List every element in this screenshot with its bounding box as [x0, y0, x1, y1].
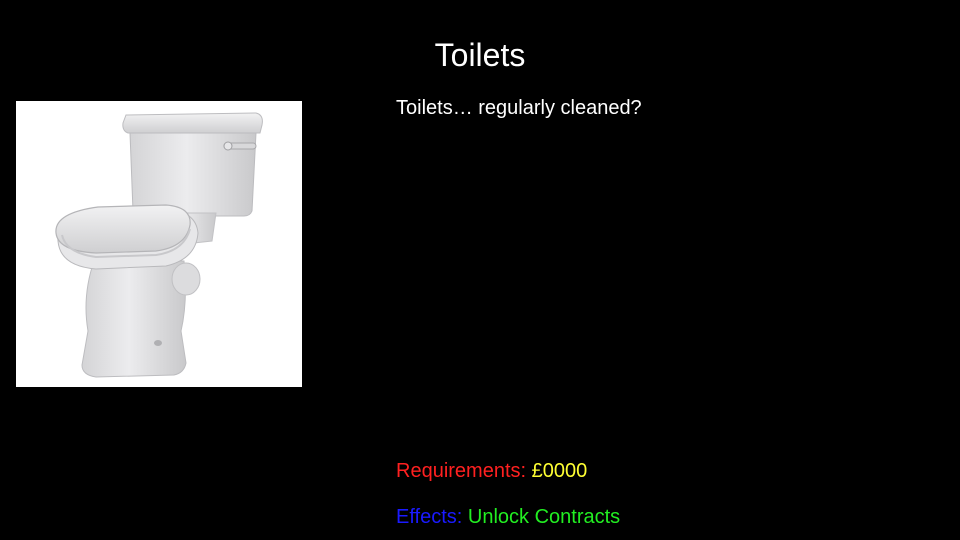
- slide-title: Toilets: [434, 37, 526, 73]
- slide-description: Toilets… regularly cleaned?: [396, 97, 642, 119]
- toilet-image: [16, 101, 302, 387]
- effects-value: Unlock Contracts: [467, 506, 621, 528]
- requirements-line: Requirements: £0000: [396, 459, 587, 483]
- requirements-label: Requirements:: [396, 460, 532, 482]
- effects-line: Effects: Unlock Contracts: [396, 505, 620, 529]
- effects-label: Effects:: [396, 506, 468, 528]
- requirements-value: £0000: [531, 460, 588, 482]
- toilet-icon: [55, 112, 263, 378]
